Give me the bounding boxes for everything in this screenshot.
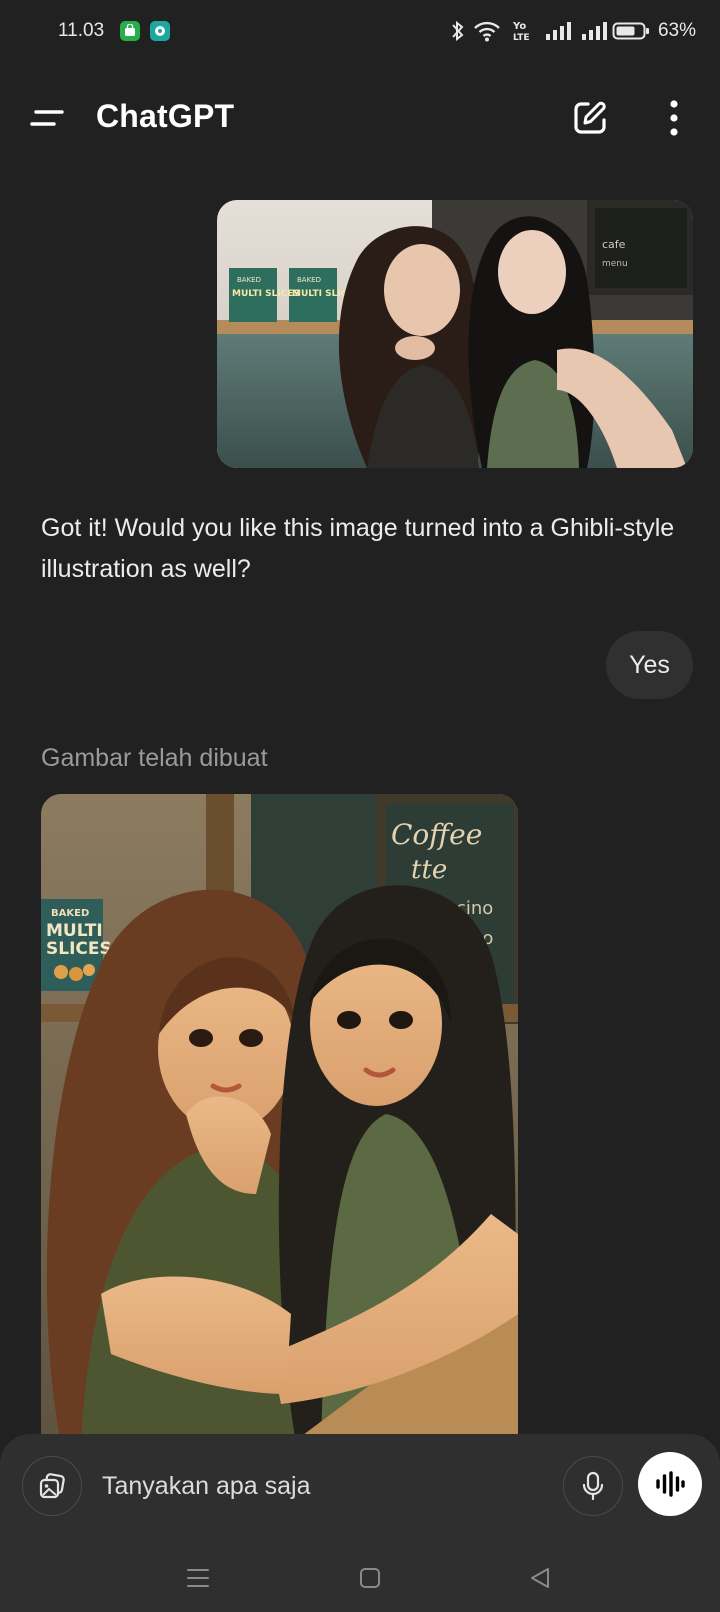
menu-icon	[30, 110, 64, 126]
recents-icon	[187, 1569, 209, 1587]
battery-level: 63%	[657, 20, 696, 41]
illustration-sign-text: SLICES	[46, 939, 112, 959]
bluetooth-icon	[452, 20, 464, 42]
illustration-sign-text: BAKED	[51, 908, 89, 919]
new-chat-button[interactable]	[568, 96, 612, 140]
status-time: 11.03	[58, 20, 105, 41]
status-bar: 11.03 Yo LTE 63%	[0, 0, 720, 66]
photo-sign-text: BAKED	[237, 276, 261, 284]
system-nav-bar	[0, 1540, 720, 1612]
recents-button[interactable]	[180, 1560, 216, 1596]
voice-mode-button[interactable]	[638, 1452, 702, 1516]
generated-image[interactable]: Coffee tte cino no BAKED MULTI SLICES	[41, 794, 518, 1444]
voice-mode-icon	[656, 1471, 685, 1497]
user-message-bubble: Yes	[606, 631, 693, 699]
app-bar: ChatGPT	[0, 80, 720, 160]
mic-button[interactable]	[563, 1456, 623, 1516]
more-vert-icon	[670, 100, 678, 136]
svg-text:menu: menu	[602, 259, 628, 269]
wifi-icon	[474, 21, 500, 42]
photo-sign-text: BAKED	[297, 276, 321, 284]
photo-sign-text: MULTI SLICES	[232, 289, 300, 299]
signal-icon	[546, 22, 571, 40]
assistant-message: Got it! Would you like this image turned…	[41, 514, 675, 583]
more-options-button[interactable]	[654, 96, 694, 140]
illustration-sign-text: tte	[411, 855, 447, 885]
user-uploaded-photo[interactable]: cafe menu BAKED MULTI SLICES BAKED MULTI…	[217, 200, 693, 468]
attach-image-icon	[39, 1473, 65, 1499]
new-chat-icon	[574, 101, 606, 134]
battery-icon	[612, 22, 649, 40]
home-button[interactable]	[352, 1560, 388, 1596]
message-input[interactable]	[102, 1460, 522, 1512]
app-title[interactable]: ChatGPT	[96, 98, 234, 135]
svg-text:Yo: Yo	[512, 21, 526, 32]
mic-icon	[582, 1471, 604, 1501]
notification-chat-icon	[150, 21, 170, 41]
home-icon	[360, 1568, 380, 1588]
back-button[interactable]	[522, 1560, 558, 1596]
attach-image-button[interactable]	[22, 1456, 82, 1516]
signal-icon	[582, 22, 607, 40]
image-generated-label: Gambar telah dibuat	[41, 744, 268, 772]
screen: 11.03 Yo LTE 63% ChatGPT cafe menu BAKED…	[0, 0, 720, 1612]
menu-button[interactable]	[28, 98, 68, 138]
volte-icon: YoLTE	[512, 21, 530, 43]
svg-text:LTE: LTE	[513, 33, 530, 43]
illustration-sign-text: MULTI	[46, 921, 103, 941]
illustration-sign-text: Coffee	[391, 818, 482, 851]
svg-text:cafe: cafe	[602, 238, 626, 251]
back-icon	[531, 1568, 549, 1588]
notification-app-icon	[120, 21, 140, 41]
